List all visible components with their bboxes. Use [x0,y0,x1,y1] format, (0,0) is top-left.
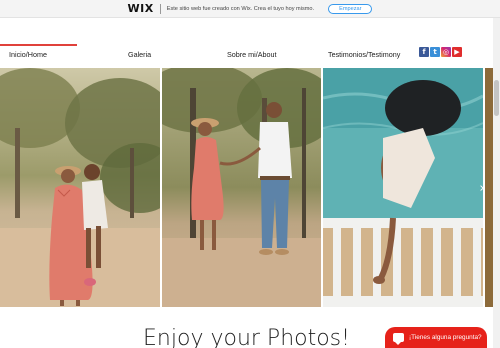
nav-active-indicator [0,44,77,46]
chat-bubble-icon [393,333,404,345]
gallery-photo-pool[interactable] [323,68,483,307]
page-scrollbar[interactable] [493,18,500,348]
banner-text: Este sitio web fue creado con Wix. Crea … [166,5,315,12]
photo-couple-image [162,68,321,307]
photo-mother-child-image [0,68,160,307]
gallery-next-arrow-icon[interactable]: › [476,180,488,196]
chat-button[interactable]: ¡Tienes alguna pregunta? [385,327,487,348]
start-button[interactable]: Empezar [328,3,373,14]
scrollbar-thumb[interactable] [494,80,499,116]
wix-banner: WIX Este sitio web fue creado con Wix. C… [0,0,500,18]
instagram-icon[interactable]: ◎ [441,47,451,57]
photo-pool-image [323,68,483,307]
nav-item-testimony[interactable]: Testimonios/Testimony [328,50,400,59]
photo-gallery: › [0,68,493,307]
social-bar: f t ◎ ▶ [419,47,462,57]
gallery-photo-couple[interactable] [162,68,321,307]
twitter-icon[interactable]: t [430,47,440,57]
banner-divider [159,3,161,14]
nav-item-gallery[interactable]: Galeria [128,50,151,59]
nav-item-about[interactable]: Sobre mi/About [227,50,277,59]
chat-label: ¡Tienes alguna pregunta? [409,334,482,341]
facebook-icon[interactable]: f [419,47,429,57]
youtube-icon[interactable]: ▶ [452,47,462,57]
gallery-photo-mother-child[interactable] [0,68,160,307]
wix-logo[interactable]: WIX [128,2,154,15]
nav-item-home[interactable]: Inicio/Home [9,50,47,59]
